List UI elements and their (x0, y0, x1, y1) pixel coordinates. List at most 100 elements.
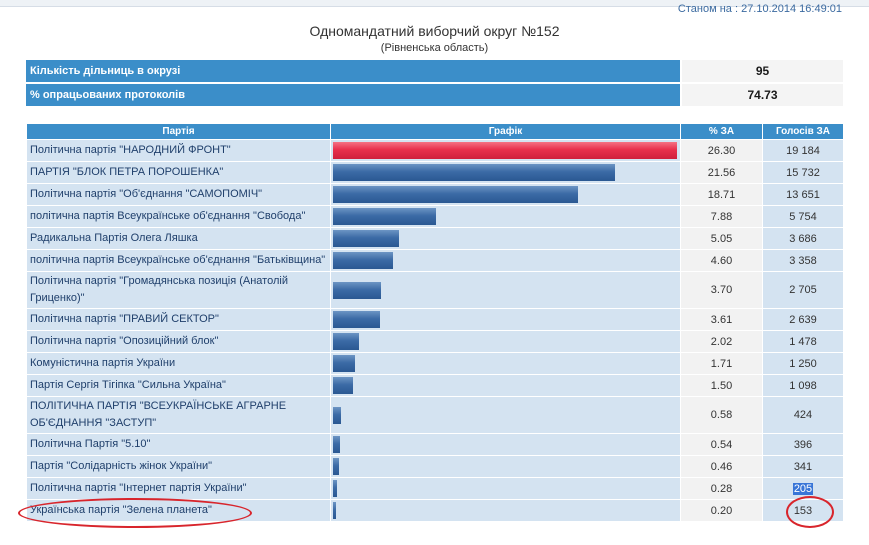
table-row: Радикальна Партія Олега Ляшка 5.05 3 686 (26, 227, 844, 250)
bar-cell (330, 308, 681, 331)
party-name: Партія Сергія Тігіпка "Сильна Україна" (26, 374, 331, 397)
bar-cell (330, 433, 681, 456)
results-table: Партія Графік % ЗА Голосів ЗА Політична … (26, 123, 844, 522)
votes-value: 19 184 (762, 139, 844, 162)
table-row: ПОЛІТИЧНА ПАРТІЯ "ВСЕУКРАЇНСЬКЕ АГРАРНЕ … (26, 396, 844, 434)
vote-bar (333, 458, 339, 475)
votes-value: 13 651 (762, 183, 844, 206)
pct-value: 0.46 (680, 455, 763, 478)
annotation-oval-votes (786, 496, 834, 528)
pct-value: 21.56 (680, 161, 763, 184)
vote-bar (333, 281, 381, 299)
votes-value: 341 (762, 455, 844, 478)
bar-cell (330, 352, 681, 375)
pct-value: 4.60 (680, 249, 763, 272)
table-row: Політична партія "ПРАВИЙ СЕКТОР" 3.61 2 63… (26, 308, 844, 331)
bar-cell (330, 271, 681, 309)
timestamp: Станом на : 27.10.2014 16:49:01 (677, 3, 842, 15)
table-row: Політична партія "Громадянська позиція (… (26, 271, 844, 309)
bar-cell (330, 205, 681, 228)
column-header-party: Партія (26, 123, 331, 140)
bar-cell (330, 330, 681, 353)
pct-value: 0.20 (680, 499, 763, 522)
votes-value: 3 686 (762, 227, 844, 250)
pct-value: 3.70 (680, 271, 763, 309)
pct-value: 5.05 (680, 227, 763, 250)
summary-label: % опрацьованих протоколів (26, 83, 681, 108)
table-row: політична партія Всеукраїнське об'єднанн… (26, 249, 844, 272)
pct-value: 1.50 (680, 374, 763, 397)
pct-value: 2.02 (680, 330, 763, 353)
vote-bar (333, 252, 393, 269)
party-name: Політична партія "Інтернет партія Україн… (26, 477, 331, 500)
bar-cell (330, 183, 681, 206)
table-row: політична партія Всеукраїнське об'єднанн… (26, 205, 844, 228)
vote-bar (333, 164, 615, 181)
bar-cell (330, 499, 681, 522)
table-row: Політична партія "Опозиційний блок" 2.02 1… (26, 330, 844, 353)
party-name: Політична партія "Опозиційний блок" (26, 330, 331, 353)
pct-value: 7.88 (680, 205, 763, 228)
votes-value: 3 358 (762, 249, 844, 272)
party-name: політична партія Всеукраїнське об'єднанн… (26, 249, 331, 272)
bar-cell (330, 396, 681, 434)
votes-value: 424 (762, 396, 844, 434)
vote-bar (333, 333, 359, 350)
pct-value: 0.54 (680, 433, 763, 456)
table-row: Політична партія "Об'єднання "САМОПОМІЧ"… (26, 183, 844, 206)
bar-cell (330, 455, 681, 478)
table-row: ПАРТІЯ "БЛОК ПЕТРА ПОРОШЕНКА" 21.56 15 732 (26, 161, 844, 184)
pct-value: 0.58 (680, 396, 763, 434)
column-header-chart: Графік (330, 123, 681, 140)
party-name: Політична партія "ПРАВИЙ СЕКТОР" (26, 308, 331, 331)
page-subtitle: (Рівненська область) (380, 42, 489, 54)
page-title: Одномандатний виборчий округ №152 (309, 23, 560, 39)
results-header: Партія Графік % ЗА Голосів ЗА (26, 123, 844, 140)
vote-bar (333, 311, 380, 328)
summary-row: % опрацьованих протоколів 74.73 (26, 83, 843, 108)
column-header-votes: Голосів ЗА (762, 123, 844, 140)
table-row: Політична партія "Інтернет партія Україн… (26, 477, 844, 500)
vote-bar (333, 436, 340, 453)
table-row: Партія "Солідарність жінок України" 0.46 3… (26, 455, 844, 478)
bar-cell (330, 477, 681, 500)
vote-bar (333, 406, 341, 424)
annotation-oval-party (18, 498, 252, 528)
summary-value: 95 (680, 60, 843, 84)
pct-value: 26.30 (680, 139, 763, 162)
pct-value: 18.71 (680, 183, 763, 206)
party-name: Політична Партія "5.10" (26, 433, 331, 456)
party-name: Комуністична партія України (26, 352, 331, 375)
vote-bar (333, 142, 677, 159)
vote-bar (333, 355, 355, 372)
selected-votes-text: 205 (792, 482, 814, 495)
vote-bar (333, 230, 399, 247)
party-name: Партія "Солідарність жінок України" (26, 455, 331, 478)
votes-value: 396 (762, 433, 844, 456)
pct-value: 0.28 (680, 477, 763, 500)
bar-cell (330, 139, 681, 162)
party-name: Політична партія "НАРОДНИЙ ФРОНТ" (26, 139, 331, 162)
summary-row: Кількість дільниць в окрузі 95 (26, 60, 843, 84)
votes-value: 1 250 (762, 352, 844, 375)
summary-table: Кількість дільниць в окрузі 95 % опрацьо… (26, 60, 843, 108)
pct-value: 3.61 (680, 308, 763, 331)
votes-value: 1 098 (762, 374, 844, 397)
party-name: Політична партія "Громадянська позиція (… (26, 271, 331, 309)
bar-cell (330, 374, 681, 397)
party-name: ПОЛІТИЧНА ПАРТІЯ "ВСЕУКРАЇНСЬКЕ АГРАРНЕ … (26, 396, 331, 434)
votes-value: 2 705 (762, 271, 844, 309)
party-name: політична партія Всеукраїнське об'єднанн… (26, 205, 331, 228)
pct-value: 1.71 (680, 352, 763, 375)
votes-value: 5 754 (762, 205, 844, 228)
table-row: Політична партія "НАРОДНИЙ ФРОНТ" 26.30 19… (26, 139, 844, 162)
party-name: Політична партія "Об'єднання "САМОПОМІЧ" (26, 183, 331, 206)
votes-value: 2 639 (762, 308, 844, 331)
votes-value: 1 478 (762, 330, 844, 353)
bar-cell (330, 161, 681, 184)
table-row: Комуністична партія України 1.71 1 250 (26, 352, 844, 375)
summary-value: 74.73 (680, 83, 843, 108)
vote-bar (333, 502, 336, 519)
votes-value: 15 732 (762, 161, 844, 184)
bar-cell (330, 227, 681, 250)
